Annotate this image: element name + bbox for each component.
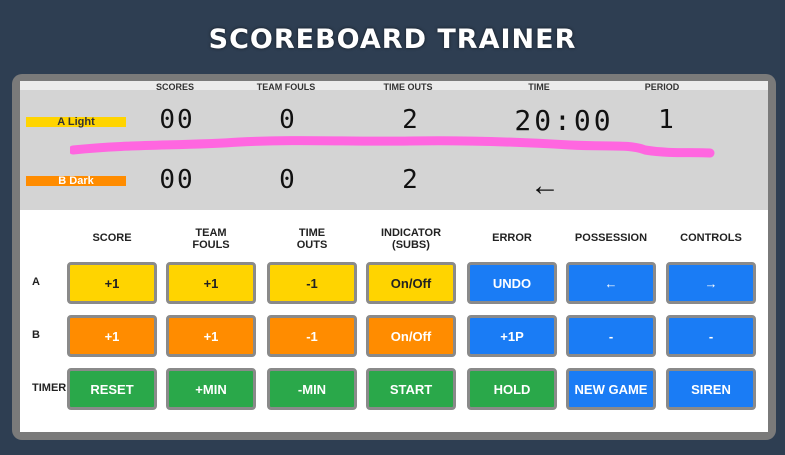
- team-a-timeouts: 2: [402, 105, 420, 135]
- button-timer-team-fouls[interactable]: +MIN: [166, 368, 256, 410]
- button-a-indicator-subs[interactable]: On/Off: [366, 262, 456, 304]
- button-b-team-fouls[interactable]: +1: [166, 315, 256, 357]
- button-timer-time-outs[interactable]: -MIN: [267, 368, 357, 410]
- team-b-timeouts: 2: [402, 165, 420, 195]
- button-b-error[interactable]: +1P: [467, 315, 557, 357]
- column-header-indicator-subs: INDICATOR (SUBS): [380, 227, 442, 251]
- possession-arrow: ←: [530, 169, 560, 202]
- team-a-name: A Light: [26, 117, 126, 128]
- column-header-time-outs: TIME OUTS: [296, 227, 328, 251]
- column-header-score: SCORE: [92, 232, 132, 244]
- pink-scribble-annotation: [70, 136, 715, 158]
- column-header-controls: CONTROLS: [680, 232, 742, 244]
- header-team-fouls: TEAM FOULS: [256, 82, 316, 92]
- column-header-error: ERROR: [492, 232, 532, 244]
- row-label-b: B: [32, 329, 40, 341]
- header-time: TIME: [528, 82, 550, 92]
- period-value: 1: [658, 105, 676, 135]
- team-b-fouls: 0: [279, 165, 297, 195]
- button-timer-controls[interactable]: SIREN: [666, 368, 756, 410]
- team-b-name: B Dark: [26, 176, 126, 187]
- button-a-team-fouls[interactable]: +1: [166, 262, 256, 304]
- game-clock: 20:00: [514, 104, 614, 137]
- button-b-time-outs[interactable]: -1: [267, 315, 357, 357]
- header-period: PERIOD: [644, 82, 680, 92]
- button-timer-score[interactable]: RESET: [67, 368, 157, 410]
- team-a-fouls: 0: [279, 105, 297, 135]
- button-a-score[interactable]: +1: [67, 262, 157, 304]
- button-a-error[interactable]: UNDO: [467, 262, 557, 304]
- button-timer-indicator-subs[interactable]: START: [366, 368, 456, 410]
- button-a-time-outs[interactable]: -1: [267, 262, 357, 304]
- button-b-controls[interactable]: -: [666, 315, 756, 357]
- team-b-score: 00: [159, 165, 195, 195]
- page-title: SCOREBOARD TRAINER: [208, 24, 577, 55]
- button-timer-possession[interactable]: NEW GAME: [566, 368, 656, 410]
- button-b-score[interactable]: +1: [67, 315, 157, 357]
- row-label-timer: TIMER: [32, 382, 67, 394]
- team-a-score: 00: [159, 105, 195, 135]
- column-header-team-fouls: TEAM FOULS: [192, 227, 230, 251]
- button-a-possession[interactable]: ←: [566, 262, 656, 304]
- button-timer-error[interactable]: HOLD: [467, 368, 557, 410]
- button-b-possession[interactable]: -: [566, 315, 656, 357]
- header-scores: SCORES: [155, 82, 194, 92]
- column-header-possession: POSSESSION: [574, 232, 648, 244]
- button-a-controls[interactable]: →: [666, 262, 756, 304]
- button-b-indicator-subs[interactable]: On/Off: [366, 315, 456, 357]
- row-label-a: A: [32, 276, 40, 288]
- header-time-outs: TIME OUTS: [383, 82, 433, 92]
